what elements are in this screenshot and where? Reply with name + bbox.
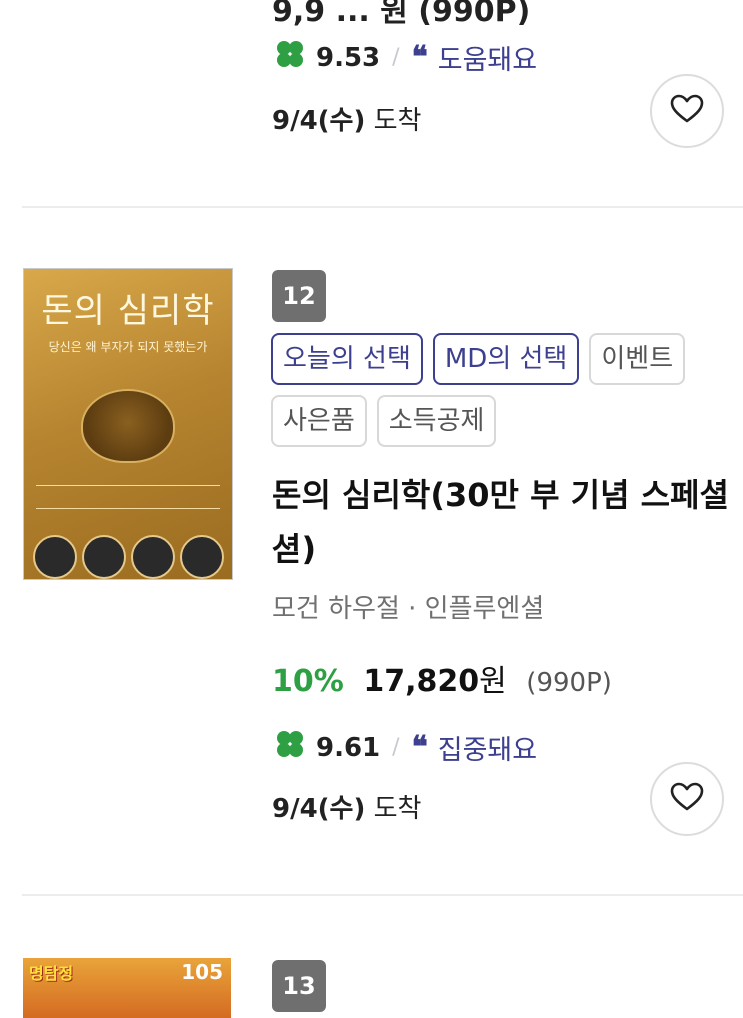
clover-icon <box>274 728 306 767</box>
tag-list: 오늘의 선택 MD의 선택 이벤트 사은품 소득공제 <box>271 333 731 447</box>
arrival-date: 9/4(수) <box>272 794 366 824</box>
item-divider <box>22 206 743 208</box>
cover-title: 돈의 심리학 <box>41 291 215 331</box>
next-book-cover-image[interactable]: 명탐정 105 <box>23 958 231 1018</box>
tag-gift[interactable]: 사은품 <box>271 395 367 447</box>
arrival-date: 9/4(수) <box>272 106 366 136</box>
next-rank-badge: 13 <box>272 960 326 1012</box>
item-rating: 9.61 / ❝ 집중돼요 <box>274 728 537 767</box>
rating-score: 9.61 <box>316 732 381 763</box>
cover-seal <box>81 535 126 579</box>
item-divider <box>22 894 743 896</box>
cover-seal <box>130 535 175 579</box>
wishlist-heart-button[interactable] <box>650 762 724 836</box>
tag-event[interactable]: 이벤트 <box>589 333 686 385</box>
currency-unit: 원 <box>479 664 507 699</box>
cover-band <box>36 485 220 509</box>
cover-seal <box>32 535 77 579</box>
price-row: 10% 17,820원 (990P) <box>272 656 612 700</box>
previous-item-price-cut: 9,9 ... 원 (990P) <box>272 0 531 29</box>
book-cover-image[interactable]: 돈의 심리학 당신은 왜 부자가 되지 못했는가 <box>23 268 233 580</box>
wishlist-heart-button[interactable] <box>650 74 724 148</box>
separator: / <box>392 45 400 70</box>
tag-todays-pick[interactable]: 오늘의 선택 <box>271 333 423 385</box>
reward-points: (990P) <box>526 668 612 698</box>
next-cover-title: 명탐정 <box>29 964 74 983</box>
quote-icon: ❝ <box>411 729 428 765</box>
clover-icon <box>274 38 306 77</box>
book-title[interactable]: 돈의 심리학(30만 부 기념 스페셜 셛) <box>272 468 742 576</box>
next-cover-number: 105 <box>181 960 223 984</box>
review-label[interactable]: 집중돼요 <box>438 728 537 767</box>
tag-md-pick[interactable]: MD의 선택 <box>432 333 580 385</box>
heart-icon <box>670 782 704 816</box>
item-arrival: 9/4(수) 도착 <box>272 788 421 825</box>
previous-item-arrival: 9/4(수) 도착 <box>272 100 421 137</box>
arrival-suffix: 도착 <box>373 794 422 824</box>
sale-price: 17,820 <box>363 664 480 699</box>
cover-seals <box>24 535 232 579</box>
tag-tax-deduction[interactable]: 소득공제 <box>376 395 497 447</box>
previous-item-rating: 9.53 / ❝ 도움돼요 <box>274 38 537 77</box>
rating-score: 9.53 <box>316 42 381 73</box>
discount-rate: 10% <box>272 664 344 699</box>
review-label[interactable]: 도움돼요 <box>438 38 537 77</box>
separator: / <box>392 735 400 760</box>
author-publisher[interactable]: 모건 하우절 · 인플루엔셜 <box>272 588 544 625</box>
brain-illustration <box>81 389 175 463</box>
rank-badge: 12 <box>272 270 326 322</box>
cover-seal <box>179 535 224 579</box>
heart-icon <box>670 94 704 128</box>
cover-subtitle: 당신은 왜 부자가 되지 못했는가 <box>48 340 208 354</box>
arrival-suffix: 도착 <box>373 106 422 136</box>
quote-icon: ❝ <box>411 39 428 75</box>
